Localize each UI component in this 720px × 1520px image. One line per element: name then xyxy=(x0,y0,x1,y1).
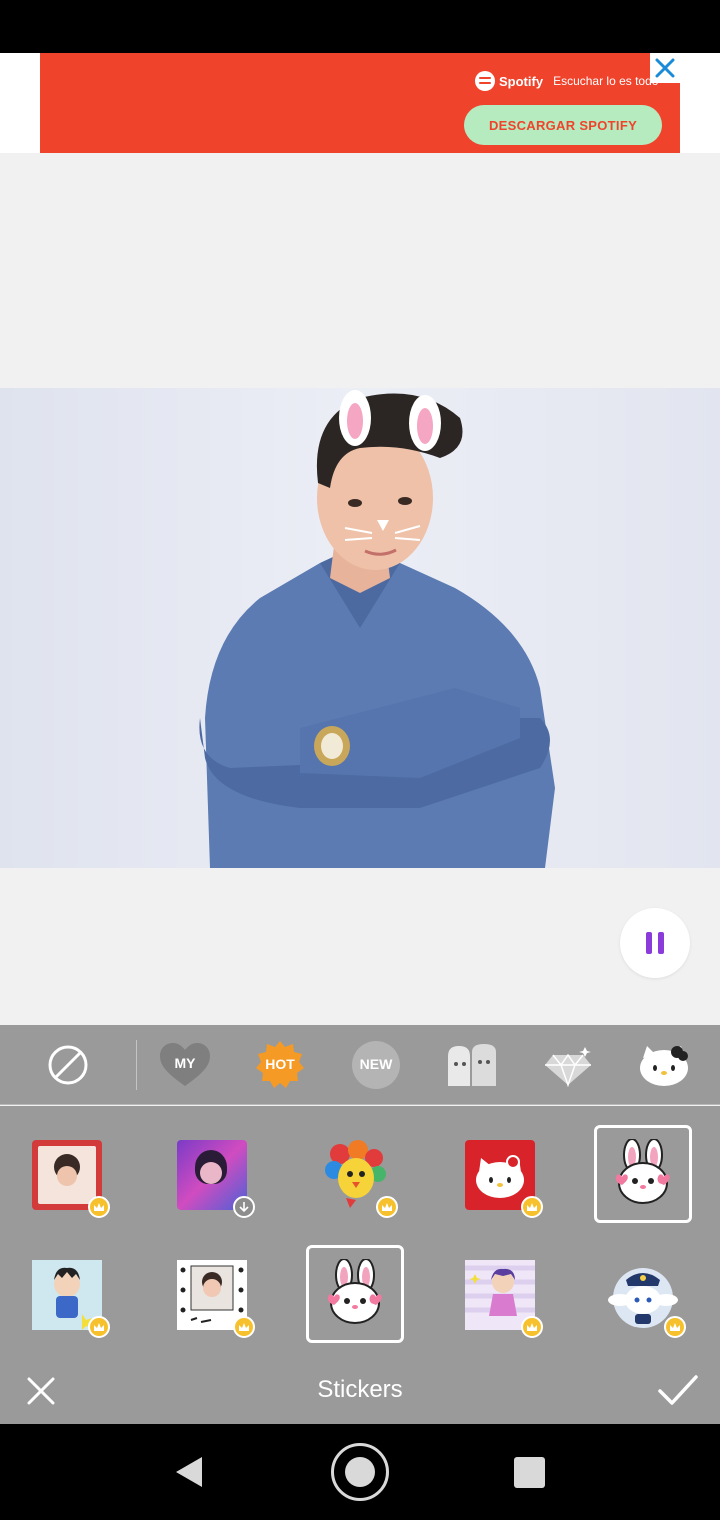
check-icon xyxy=(658,1375,698,1405)
crown-icon xyxy=(521,1196,543,1218)
tab-hot-label: HOT xyxy=(265,1056,295,1072)
sumikko-pack-icon xyxy=(448,1044,496,1086)
sticker-item[interactable] xyxy=(451,1126,549,1224)
pause-icon-bar xyxy=(658,932,664,954)
sticker-item[interactable] xyxy=(451,1246,549,1344)
sticker-item[interactable] xyxy=(163,1246,261,1344)
tab-my[interactable]: MY xyxy=(145,1025,225,1105)
crown-icon xyxy=(521,1316,543,1338)
photo-subject xyxy=(199,390,555,868)
astro-boy-sticker xyxy=(32,1260,110,1338)
tab-my-label: MY xyxy=(174,1055,196,1071)
cinnamoroll-police-sticker xyxy=(608,1260,686,1338)
tab-new[interactable]: NEW xyxy=(336,1025,416,1105)
crown-icon xyxy=(664,1316,686,1338)
app-root: Spotify Escuchar lo es todo DESCARGAR SP… xyxy=(0,0,720,1520)
bottom-action-bar: Stickers xyxy=(0,1358,720,1424)
flower-bird-sticker xyxy=(320,1140,398,1218)
ad-cta-button[interactable]: DESCARGAR SPOTIFY xyxy=(464,105,662,145)
sticker-grid xyxy=(0,1106,720,1358)
ad-brand: Spotify Escuchar lo es todo xyxy=(475,71,658,91)
tab-new-label: NEW xyxy=(359,1056,393,1072)
back-triangle-icon xyxy=(176,1457,202,1487)
tab-diamond[interactable] xyxy=(528,1025,608,1105)
sticker-item-selected[interactable] xyxy=(306,1245,404,1343)
ad-banner[interactable]: Spotify Escuchar lo es todo DESCARGAR SP… xyxy=(40,53,680,153)
editor-canvas xyxy=(0,153,720,1025)
crown-icon xyxy=(233,1316,255,1338)
pause-icon xyxy=(646,932,652,954)
astro-girl-sticker xyxy=(465,1260,543,1338)
pause-button[interactable] xyxy=(620,908,690,978)
heart-icon: MY xyxy=(158,1042,212,1088)
home-circle-icon xyxy=(345,1457,375,1487)
ad-brand-name: Spotify xyxy=(499,73,544,89)
ad-banner-container: Spotify Escuchar lo es todo DESCARGAR SP… xyxy=(0,53,720,153)
ad-close-button[interactable] xyxy=(650,53,680,83)
nav-home-button[interactable] xyxy=(331,1443,389,1501)
new-badge-icon: NEW xyxy=(352,1041,400,1089)
hello-kitty-frame-sticker xyxy=(32,1140,110,1218)
hello-kitty-pack-icon xyxy=(640,1046,688,1086)
sticker-category-tabs: MY HOT NEW xyxy=(0,1025,720,1105)
nav-back-button[interactable] xyxy=(172,1454,208,1490)
no-sticker-icon xyxy=(48,1045,88,1085)
crown-icon xyxy=(88,1316,110,1338)
hot-badge-icon: HOT xyxy=(254,1039,306,1091)
bunny-face-sticker xyxy=(320,1258,390,1329)
crown-icon xyxy=(88,1196,110,1218)
polaroid-dots-sticker xyxy=(177,1260,255,1338)
sticker-item[interactable] xyxy=(306,1126,404,1224)
download-icon xyxy=(233,1196,255,1218)
system-nav-bar xyxy=(0,1424,720,1520)
sticker-item[interactable] xyxy=(163,1126,261,1224)
sticker-item[interactable] xyxy=(594,1246,692,1344)
photo-canvas[interactable] xyxy=(0,388,720,868)
confirm-button[interactable] xyxy=(656,1372,700,1408)
neon-girl-sticker xyxy=(177,1140,255,1218)
hello-kitty-red-sticker xyxy=(465,1140,543,1218)
bunny-face-sticker xyxy=(608,1138,678,1209)
tab-divider xyxy=(136,1040,137,1090)
tab-sumikko[interactable] xyxy=(432,1025,512,1105)
sticker-item-selected[interactable] xyxy=(594,1125,692,1223)
sticker-item[interactable] xyxy=(18,1126,116,1224)
sticker-item[interactable] xyxy=(18,1246,116,1344)
tab-hello-kitty[interactable] xyxy=(624,1025,704,1105)
spotify-logo-icon xyxy=(475,71,495,91)
status-bar xyxy=(0,0,720,53)
diamond-pack-icon xyxy=(545,1047,591,1087)
ad-tagline: Escuchar lo es todo xyxy=(553,74,659,88)
tab-none[interactable] xyxy=(28,1025,108,1105)
crown-icon xyxy=(376,1196,398,1218)
panel-title: Stickers xyxy=(317,1376,403,1403)
tab-hot[interactable]: HOT xyxy=(240,1025,320,1105)
recents-square-icon[interactable] xyxy=(514,1457,545,1488)
close-icon xyxy=(655,58,675,78)
